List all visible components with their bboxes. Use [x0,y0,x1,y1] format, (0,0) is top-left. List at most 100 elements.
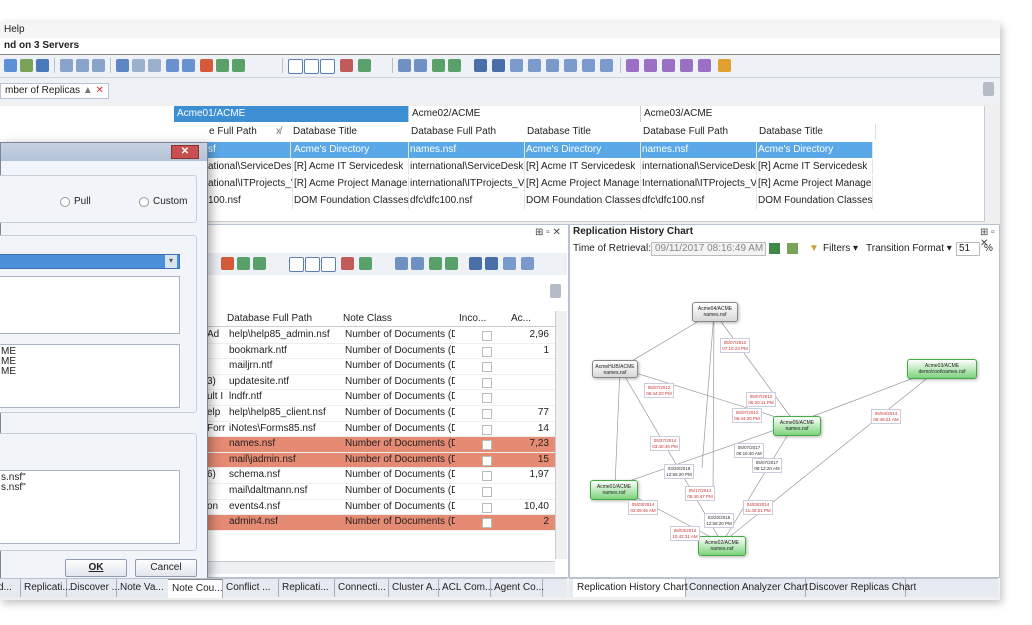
import-icon[interactable] [182,59,195,72]
user-icon[interactable] [546,59,559,72]
bottom-tab[interactable]: ACL Com... [438,579,493,597]
col-header-1[interactable]: e Full Path [206,124,298,140]
edge-label[interactable]: 05/07/2012 06:44:20 PM [732,408,762,423]
bottom-tab[interactable]: d... [0,579,21,597]
edge-label[interactable]: 03/20/2018 12:58:20 PM [664,464,694,479]
network-icon[interactable] [445,257,458,270]
monitor-icon[interactable] [564,59,577,72]
trash-icon[interactable] [550,284,561,298]
panel-split-icon[interactable] [414,59,427,72]
notes-table-row[interactable]: Ad help\help85_admin.nsf Number of Documen… [205,328,555,344]
inconsistent-checkbox[interactable] [482,502,492,513]
rows-icon[interactable] [92,59,105,72]
document-icon[interactable] [132,59,145,72]
bottom-tab[interactable]: Agent Co... [490,579,544,597]
columns-icon[interactable] [76,59,89,72]
settings-grid-icon[interactable] [358,59,371,72]
group-icon[interactable] [626,59,639,72]
col-header-6[interactable]: Database Title [756,124,876,140]
zoom-field[interactable]: 51 [956,242,980,256]
key-icon[interactable] [582,59,595,72]
list-icon[interactable] [600,59,613,72]
notes-header-count[interactable]: Ac... [511,313,541,324]
server-entry[interactable]: ME [1,367,16,377]
notes-table-row[interactable]: mailjrn.ntf Number of Documents (Dat [205,359,555,375]
notes-table-row[interactable]: bookmark.ntf Number of Documents (Dat 1 [205,343,555,360]
layout-icon[interactable] [253,257,266,270]
inconsistent-checkbox[interactable] [482,393,492,404]
notes-header-path[interactable]: Database Full Path [227,313,337,324]
edge-label[interactable]: 05/03/2014 02:49:45 AM [628,500,658,515]
inconsistent-checkbox[interactable] [482,487,492,497]
chart-type-icon[interactable] [787,243,798,254]
notes-table-row[interactable]: ult I lndfr.ntf Number of Documents (Dat [205,390,555,406]
export-excel-icon[interactable] [769,243,780,254]
zoom-out-icon[interactable] [305,257,320,272]
database-list-box[interactable]: s.nsf" s.nsf" [0,470,180,544]
grid-vertical-scrollbar[interactable] [984,106,997,221]
cancel-button[interactable]: Cancel [135,559,197,577]
columns-view-icon[interactable] [485,257,498,270]
edge-label[interactable]: 05/07/2012 06:44:20 PM [644,383,674,398]
notes-vertical-scrollbar[interactable] [555,311,567,559]
chevron-down-icon[interactable]: ▾ [165,255,177,268]
inconsistent-checkbox[interactable] [482,471,492,482]
bottom-tab[interactable]: Discover Replicas Chart [805,579,916,597]
graph-node[interactable]: Acme03/ACME demo\root\names.nsf [907,359,977,379]
ok-button[interactable]: OK [65,559,127,577]
inconsistent-checkbox[interactable] [482,455,492,466]
bottom-tab[interactable]: Conflict ... [222,579,279,597]
people-icon[interactable] [644,59,657,72]
layout-icon[interactable] [232,59,245,72]
edge-label[interactable]: 05/17/2014 05:40:47 PM [685,486,715,501]
inconsistent-checkbox[interactable] [482,409,492,419]
export-icon[interactable] [166,59,179,72]
inconsistent-checkbox[interactable] [482,331,492,341]
retrieval-time-field[interactable]: 09/11/2017 08:16:49 AM [651,242,766,256]
filter-chip[interactable]: mber of Replicas ▲ ✕ [0,83,109,99]
zoom-out-icon[interactable] [304,59,319,74]
inconsistent-checkbox[interactable] [482,440,492,451]
col-header-4[interactable]: Database Title [524,124,642,140]
zoom-in-icon[interactable] [288,59,303,74]
server-icon[interactable] [36,59,49,72]
filter-icon[interactable] [341,257,354,270]
transition-format-dropdown[interactable]: Transition Format ▾ [866,241,952,257]
bottom-tab[interactable]: Replicati... [278,579,335,597]
col-header-3[interactable]: Database Full Path [408,124,526,140]
edge-label[interactable]: 05/07/2017 08:15:40 AM [734,443,764,458]
bottom-tab[interactable]: Discover ... [66,579,120,597]
edge-label[interactable]: 05/04/2014 05:48:21 AM [871,409,901,424]
inconsistent-checkbox[interactable] [482,362,492,373]
notes-table-row[interactable]: 6) schema.nsf Number of Documents (Dat 1,97 [205,468,555,484]
trash-icon[interactable] [983,82,994,96]
inconsistent-checkbox[interactable] [482,424,492,435]
users-icon[interactable] [528,59,541,72]
edge-label[interactable]: 05/07/2017 08:12:20 AM [752,458,782,473]
bottom-tab[interactable]: Connection Analyzer Chart [685,579,808,597]
col-header-5[interactable]: Database Full Path [640,124,758,140]
notes-table-row[interactable]: on events4.nsf Number of Documents (Dat 10,… [205,499,555,516]
edge-label[interactable]: 04/03/2014 11:40:51 PM [743,500,773,515]
notes-table-row[interactable]: mail\jadmin.nsf Number of Documents (Dat 1… [205,452,555,469]
network-icon[interactable] [448,59,461,72]
panel-icon[interactable] [398,59,411,72]
notes-header-class[interactable]: Note Class [343,313,453,324]
edge-label[interactable]: 06/03/2014 10:42:31 AM [670,526,700,541]
zoom-fit-icon[interactable] [320,59,335,74]
refresh-icon[interactable] [4,59,17,72]
filters-dropdown[interactable]: Filters ▾ [823,241,858,257]
edge-label[interactable]: 05/07/2012 06:20:11 PM [746,392,776,407]
bottom-tab[interactable]: Replication History Chart [573,579,688,597]
clear-filter-icon[interactable]: ✕ [96,85,104,96]
edge-label[interactable]: 03/20/2018 12:58:20 PM [704,513,734,528]
radio-pull[interactable] [60,197,70,207]
table-icon[interactable] [216,59,229,72]
notes-table-row[interactable]: 3) updatesite.ntf Number of Documents (Dat [205,374,555,391]
inconsistent-checkbox[interactable] [482,346,492,357]
bars-icon[interactable] [469,257,482,270]
notes-table-row[interactable]: mail\daltmann.nsf Number of Documents (Da… [205,484,555,500]
notes-table-row[interactable]: names.nsf Number of Documents (Dat 7,23 [205,437,555,453]
filter-funnel-icon[interactable]: ▼ [809,241,819,257]
graph-node[interactable]: Acme02/ACME names.nsf [698,536,746,556]
